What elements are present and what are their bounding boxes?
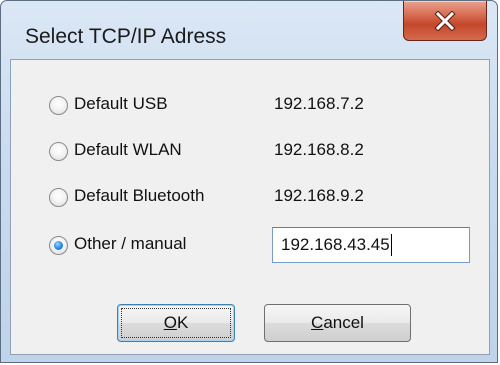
dialog-window: Select TCP/IP Adress Default USB 192.168… [0,0,498,363]
manual-address-input[interactable]: 192.168.43.45 [272,227,470,263]
dialog-title: Select TCP/IP Adress [25,25,227,48]
radio-default-usb[interactable] [49,96,68,115]
option-label[interactable]: Default Bluetooth [74,186,204,206]
option-other-manual[interactable]: Other / manual 192.168.43.45 [11,226,489,266]
close-button[interactable] [403,1,487,41]
option-address: 192.168.7.2 [274,94,364,113]
focus-rectangle [121,308,231,338]
radio-other-manual[interactable] [49,236,68,255]
cancel-button[interactable]: Cancel [264,304,411,342]
manual-address-value: 192.168.43.45 [281,235,390,254]
radio-default-bluetooth[interactable] [49,188,68,207]
radio-default-wlan[interactable] [49,142,68,161]
option-label[interactable]: Default USB [74,94,168,114]
close-icon [434,10,456,31]
option-address: 192.168.9.2 [274,186,364,205]
text-caret [390,234,392,256]
option-default-wlan[interactable]: Default WLAN 192.168.8.2 [11,134,489,174]
cancel-label-rest: ancel [323,313,364,332]
option-default-usb[interactable]: Default USB 192.168.7.2 [11,88,489,128]
cancel-mnemonic: C [311,313,324,332]
ok-button[interactable]: OK [117,304,235,342]
title-bar[interactable]: Select TCP/IP Adress [1,1,497,59]
option-label[interactable]: Default WLAN [74,140,182,160]
dialog-body: Default USB 192.168.7.2 Default WLAN 192… [10,59,490,355]
option-label[interactable]: Other / manual [74,234,186,254]
option-address: 192.168.8.2 [274,140,364,159]
option-default-bluetooth[interactable]: Default Bluetooth 192.168.9.2 [11,180,489,220]
cancel-button-label: Cancel [311,313,364,333]
